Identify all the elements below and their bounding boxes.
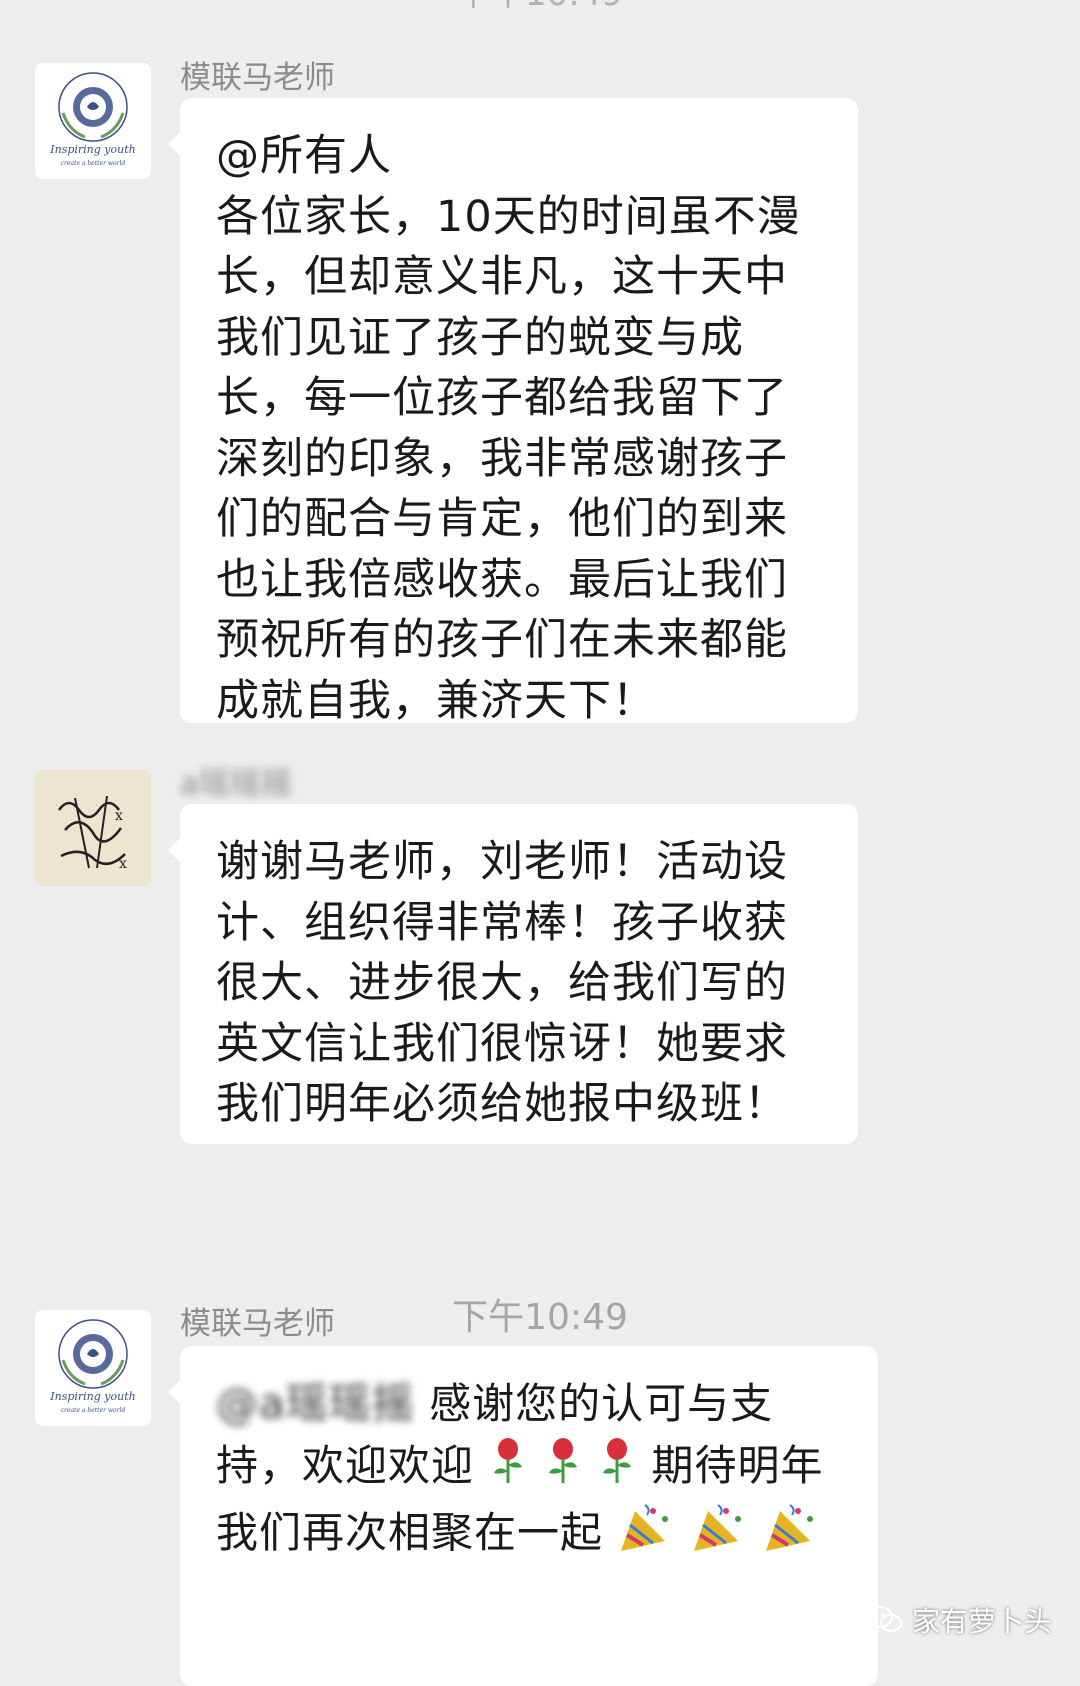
message-line: 各位家长，10天的时间虽不漫 bbox=[216, 191, 801, 242]
message-line: 谢谢马老师，刘老师！活动设 bbox=[216, 837, 788, 887]
svg-text:create a better world: create a better world bbox=[61, 1407, 126, 1414]
svg-text:Inspiring youth: Inspiring youth bbox=[49, 1390, 135, 1403]
rose-emoji-icon bbox=[543, 1435, 583, 1502]
message-line: 英文信让我们很惊讶！她要求 bbox=[216, 1018, 788, 1069]
signature-avatar-icon: x x bbox=[35, 770, 151, 886]
message-bubble[interactable]: @所有人 各位家长，10天的时间虽不漫 长，但却意义非凡，这十天中 我们见证了孩… bbox=[168, 98, 858, 726]
message-line: 成就自我，兼济天下！ bbox=[216, 675, 656, 726]
message-text: 持，欢迎欢迎 bbox=[216, 1440, 475, 1490]
wechat-icon bbox=[866, 1605, 903, 1633]
avatar[interactable]: Inspiring youth create a better world bbox=[35, 1310, 151, 1426]
rose-emoji-icon bbox=[488, 1435, 528, 1502]
message-text: 期待明年 bbox=[651, 1440, 824, 1490]
message-line: 们的配合与肯定，他们的到来 bbox=[216, 494, 788, 544]
montessori-logo-icon: Inspiring youth create a better world bbox=[35, 1310, 151, 1426]
message-text: 我们再次相聚在一起 bbox=[216, 1507, 604, 1557]
timestamp-top: 下午10:49 bbox=[0, 0, 1080, 15]
message-line: 长，但却意义非凡，这十天中 bbox=[216, 252, 788, 302]
message-line: 长，每一位孩子都给我留下了 bbox=[216, 373, 788, 423]
rose-emoji-icon bbox=[597, 1435, 637, 1502]
message-line: 也让我倍感收获。最后让我们 bbox=[216, 554, 788, 605]
mention: @所有人 bbox=[216, 131, 392, 181]
avatar[interactable]: Inspiring youth create a better world bbox=[35, 63, 151, 179]
mention: @a瑶瑶摇 bbox=[216, 1379, 415, 1428]
watermark-text: 家有萝卜头 bbox=[911, 1605, 1052, 1638]
watermark: 家有萝卜头 bbox=[866, 1600, 1052, 1640]
sender-name: 模联马老师 bbox=[180, 60, 335, 96]
montessori-logo-icon: Inspiring youth create a better world bbox=[35, 63, 151, 179]
party-popper-emoji-icon bbox=[690, 1501, 748, 1570]
message-line: 我们明年必须给她报中级班！ bbox=[216, 1079, 788, 1129]
svg-text:Inspiring youth: Inspiring youth bbox=[49, 143, 135, 156]
message-line: 很大、进步很大，给我们写的 bbox=[216, 958, 788, 1008]
sender-name: a瑶瑶摇 bbox=[180, 766, 292, 802]
svg-text:x: x bbox=[115, 808, 123, 824]
message-line: 计、组织得非常棒！孩子收获 bbox=[216, 897, 788, 948]
message-line: 我们再次相聚在一起 bbox=[216, 1501, 842, 1570]
svg-text:x: x bbox=[119, 856, 127, 872]
sender-name: 模联马老师 bbox=[180, 1306, 335, 1342]
party-popper-emoji-icon bbox=[762, 1501, 820, 1570]
message-bubble[interactable]: 谢谢马老师，刘老师！活动设 计、组织得非常棒！孩子收获 很大、进步很大，给我们写… bbox=[168, 804, 858, 1144]
message-text: 感谢您的认可与支 bbox=[414, 1379, 774, 1428]
message-line: 持，欢迎欢迎 期待明年 bbox=[216, 1435, 842, 1502]
party-popper-emoji-icon bbox=[617, 1501, 675, 1570]
message-bubble[interactable]: @a瑶瑶摇 感谢您的认可与支 持，欢迎欢迎 期待明年 我们再次相聚在一起 bbox=[168, 1346, 878, 1686]
message-line: @a瑶瑶摇 感谢您的认可与支 bbox=[216, 1374, 842, 1435]
svg-text:create a better world: create a better world bbox=[61, 160, 126, 167]
message-line: 我们见证了孩子的蜕变与成 bbox=[216, 312, 744, 363]
avatar[interactable]: x x bbox=[35, 770, 151, 886]
message-line: 深刻的印象，我非常感谢孩子 bbox=[216, 433, 788, 484]
message-line: 预祝所有的孩子们在未来都能 bbox=[216, 615, 788, 665]
timestamp-middle: 下午10:49 bbox=[452, 1297, 628, 1338]
